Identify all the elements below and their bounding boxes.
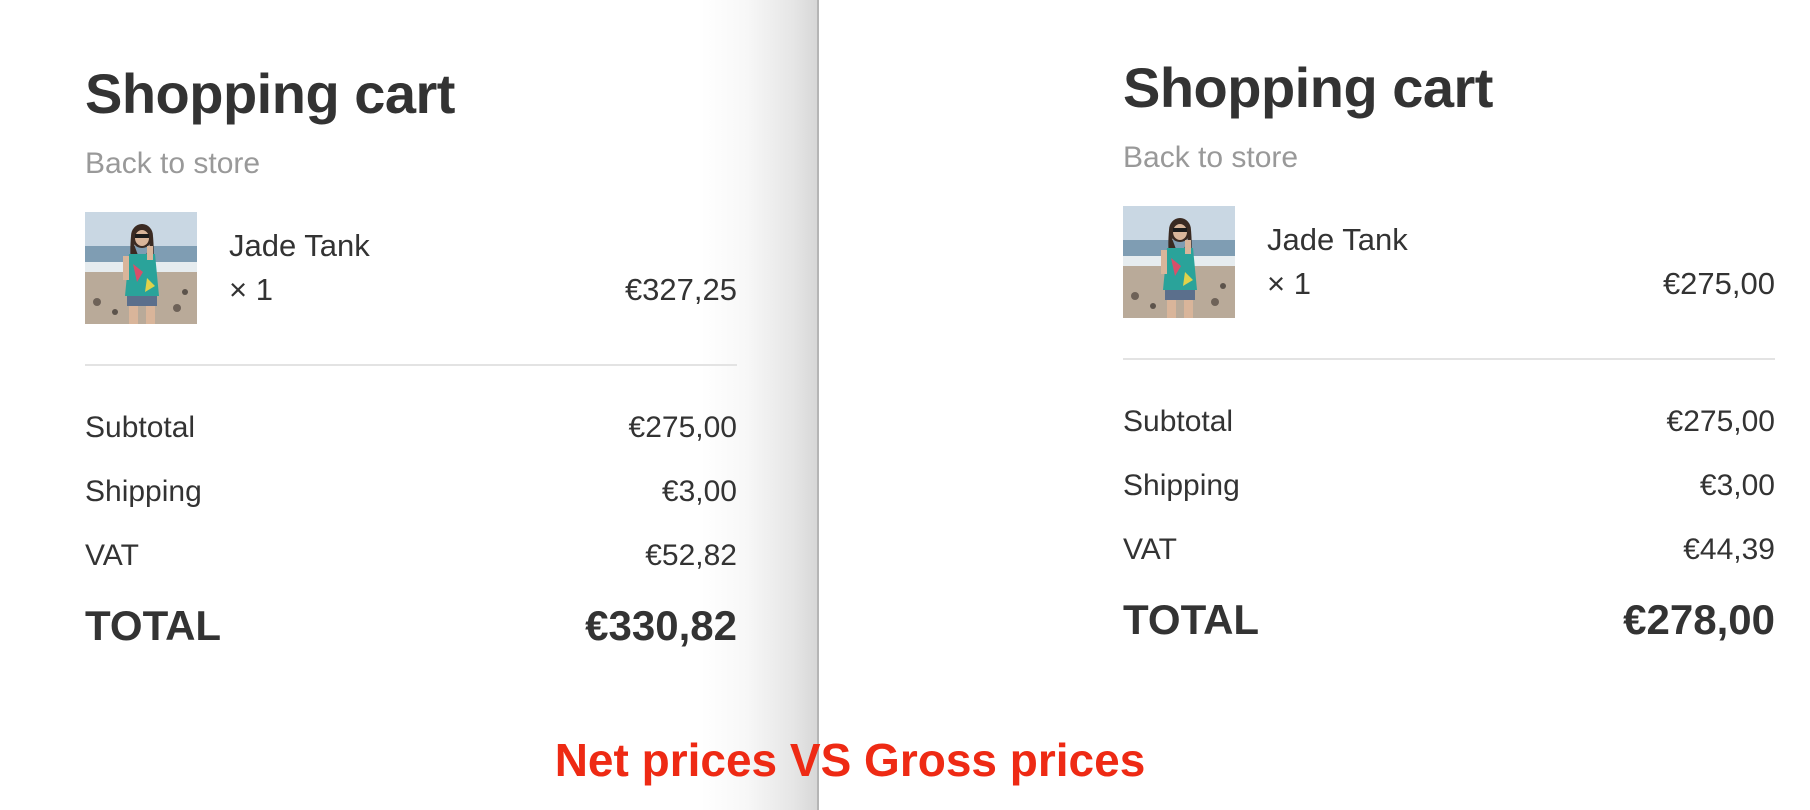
subtotal-row: Subtotal €275,00 xyxy=(85,396,737,460)
shipping-row: Shipping €3,00 xyxy=(1123,454,1775,518)
comparison-stage: Shopping cart Back to store Jade Tank × … xyxy=(0,0,1810,810)
vat-label: VAT xyxy=(85,539,139,572)
divider xyxy=(1123,358,1775,360)
page-title: Shopping cart xyxy=(1123,56,1493,119)
product-photo-image xyxy=(85,212,197,324)
shipping-label: Shipping xyxy=(1123,469,1240,502)
page-title: Shopping cart xyxy=(85,62,455,125)
item-price: €275,00 xyxy=(1662,266,1775,301)
subtotal-label: Subtotal xyxy=(1123,405,1234,438)
vat-label: VAT xyxy=(1123,533,1177,566)
subtotal-value: €275,00 xyxy=(628,411,737,444)
vat-value: €52,82 xyxy=(645,539,737,572)
item-name: Jade Tank xyxy=(1267,222,1408,257)
back-to-store-link[interactable]: Back to store xyxy=(1123,138,1298,178)
product-photo-image xyxy=(1123,206,1235,318)
item-name: Jade Tank xyxy=(229,228,370,263)
vat-row: VAT €52,82 xyxy=(85,524,737,588)
page-fold-divider xyxy=(817,0,819,810)
total-value: €278,00 xyxy=(1623,596,1775,643)
cart-panel-gross: Shopping cart Back to store Jade Tank × … xyxy=(1123,52,1775,658)
vat-value: €44,39 xyxy=(1683,533,1775,566)
item-price: €327,25 xyxy=(624,272,737,307)
total-row: TOTAL €278,00 xyxy=(1123,582,1775,658)
item-quantity: × 1 xyxy=(229,272,273,307)
item-quantity: × 1 xyxy=(1267,266,1311,301)
product-thumbnail[interactable] xyxy=(1123,206,1235,318)
comparison-caption: Net prices VS Gross prices xyxy=(554,734,1146,786)
back-to-store-link[interactable]: Back to store xyxy=(85,144,260,184)
product-thumbnail[interactable] xyxy=(85,212,197,324)
shipping-row: Shipping €3,00 xyxy=(85,460,737,524)
total-label: TOTAL xyxy=(85,602,222,649)
subtotal-row: Subtotal €275,00 xyxy=(1123,390,1775,454)
total-label: TOTAL xyxy=(1123,596,1260,643)
subtotal-label: Subtotal xyxy=(85,411,196,444)
cart-line-item: Jade Tank × 1 €327,25 xyxy=(85,212,737,324)
divider xyxy=(85,364,737,366)
cart-panel-net: Shopping cart Back to store Jade Tank × … xyxy=(85,58,737,664)
shipping-label: Shipping xyxy=(85,475,202,508)
cart-line-item: Jade Tank × 1 €275,00 xyxy=(1123,206,1775,318)
total-value: €330,82 xyxy=(585,602,737,649)
shipping-value: €3,00 xyxy=(661,475,737,508)
subtotal-value: €275,00 xyxy=(1666,405,1775,438)
vat-row: VAT €44,39 xyxy=(1123,518,1775,582)
shipping-value: €3,00 xyxy=(1699,469,1775,502)
total-row: TOTAL €330,82 xyxy=(85,588,737,664)
